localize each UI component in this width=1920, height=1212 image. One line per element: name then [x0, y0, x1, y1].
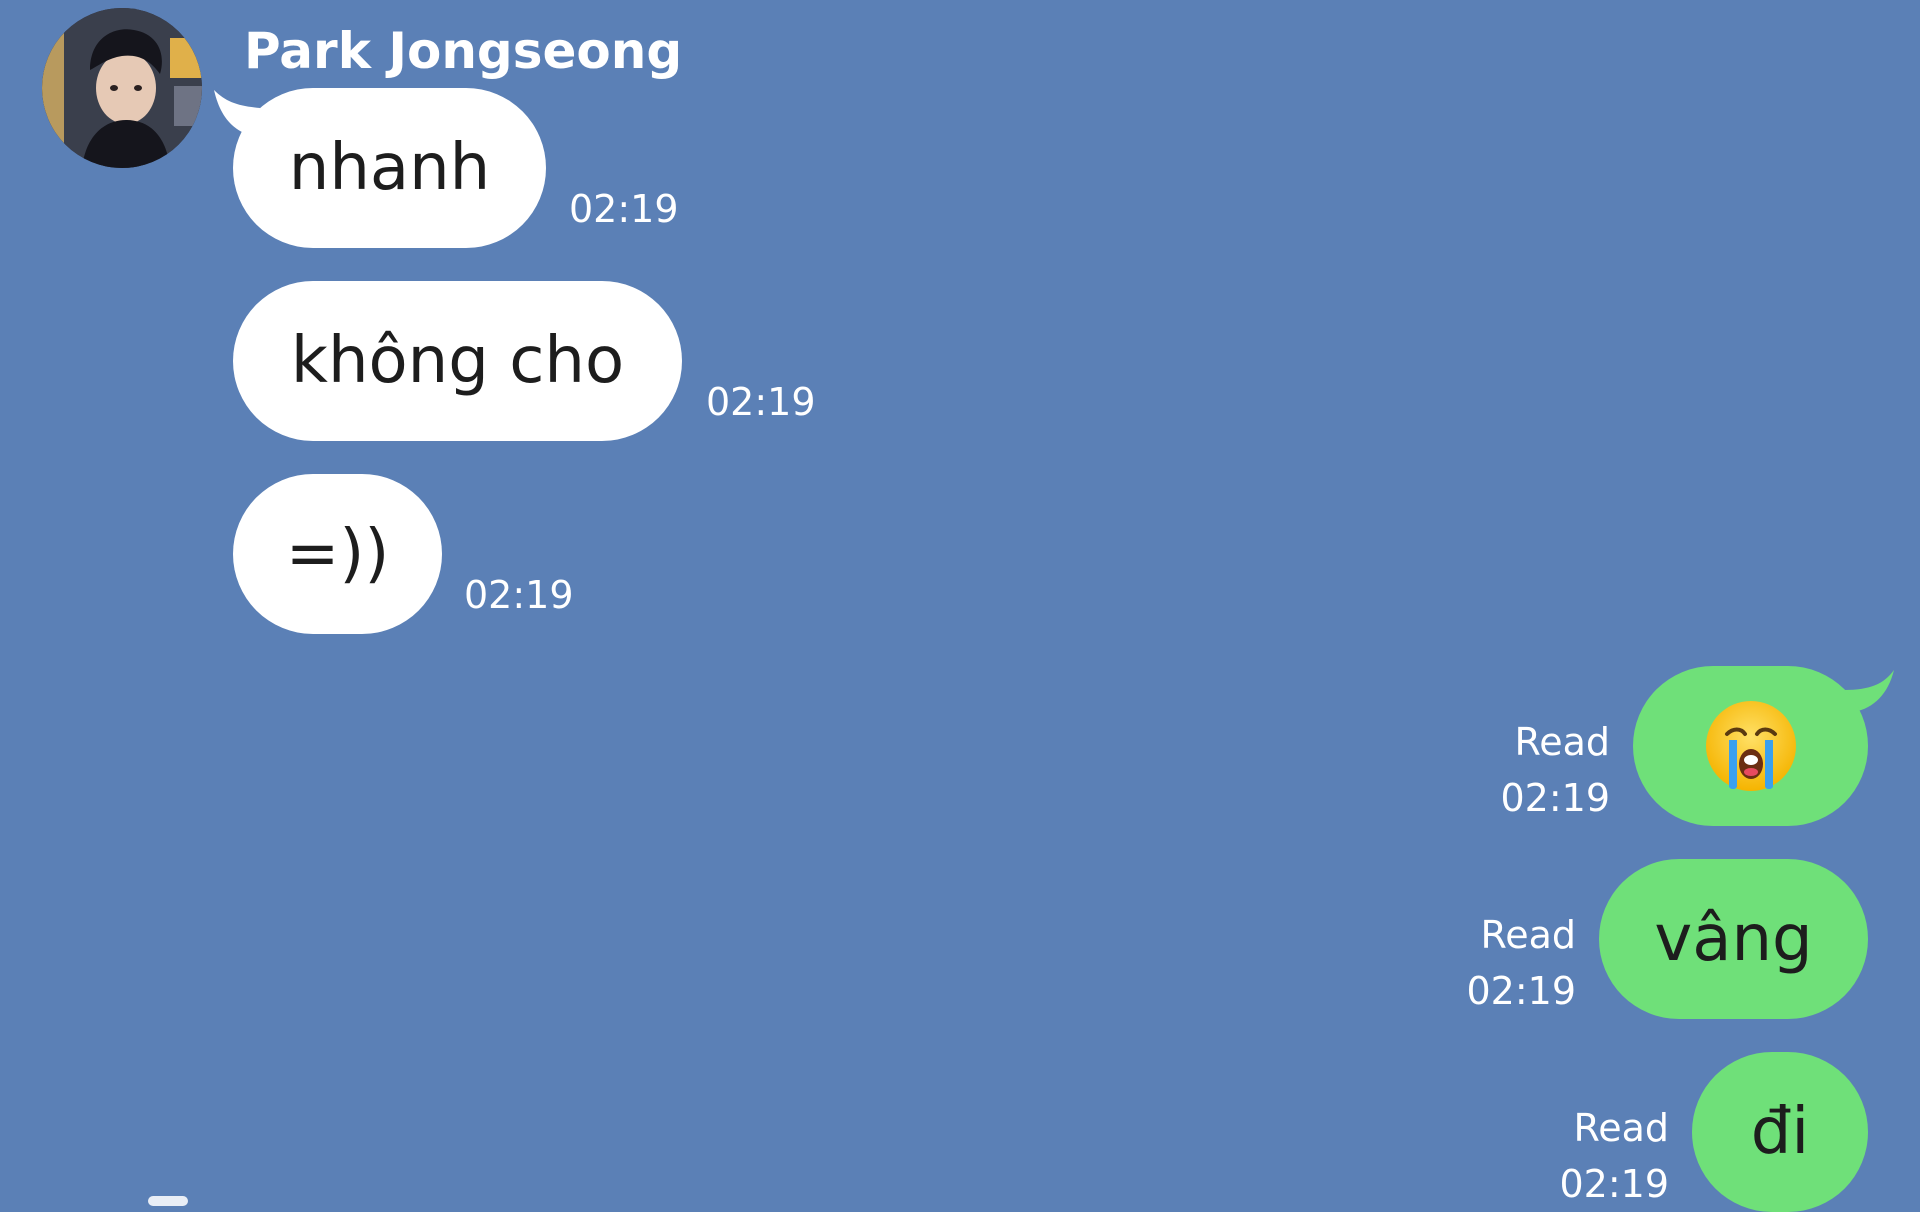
- incoming-message-bubble[interactable]: =)): [233, 474, 442, 634]
- avatar-photo-icon: [42, 8, 202, 168]
- message-text: =)): [285, 517, 390, 591]
- message-timestamp: 02:19: [1559, 1162, 1669, 1206]
- message-status: Read 02:19: [1490, 714, 1610, 826]
- message-timestamp: 02:19: [706, 380, 816, 424]
- message-status: Read 02:19: [1456, 907, 1576, 1019]
- scroll-indicator: [148, 1196, 188, 1206]
- outgoing-message-bubble[interactable]: [1633, 666, 1868, 826]
- outgoing-message-bubble[interactable]: vâng: [1599, 859, 1868, 1019]
- read-receipt: Read: [1514, 720, 1610, 764]
- chat-transcript: Park Jongseong nhanh 02:19 không cho 02:…: [0, 0, 1920, 1212]
- contact-name: Park Jongseong: [244, 22, 683, 80]
- incoming-message-bubble[interactable]: không cho: [233, 281, 682, 441]
- message-status: Read 02:19: [1549, 1100, 1669, 1212]
- outgoing-message-bubble[interactable]: đi: [1692, 1052, 1868, 1212]
- read-receipt: Read: [1480, 913, 1576, 957]
- message-text: không cho: [290, 324, 625, 398]
- message-timestamp: 02:19: [1500, 776, 1610, 820]
- loudly-crying-face-icon: [1705, 701, 1796, 791]
- incoming-message-bubble[interactable]: nhanh: [233, 88, 546, 248]
- message-timestamp: 02:19: [464, 573, 574, 617]
- message-timestamp: 02:19: [1466, 969, 1576, 1013]
- contact-avatar[interactable]: [42, 8, 202, 168]
- message-text: đi: [1750, 1095, 1810, 1169]
- message-text: nhanh: [288, 131, 491, 205]
- read-receipt: Read: [1573, 1106, 1669, 1150]
- message-text: vâng: [1654, 902, 1813, 976]
- message-timestamp: 02:19: [569, 187, 679, 231]
